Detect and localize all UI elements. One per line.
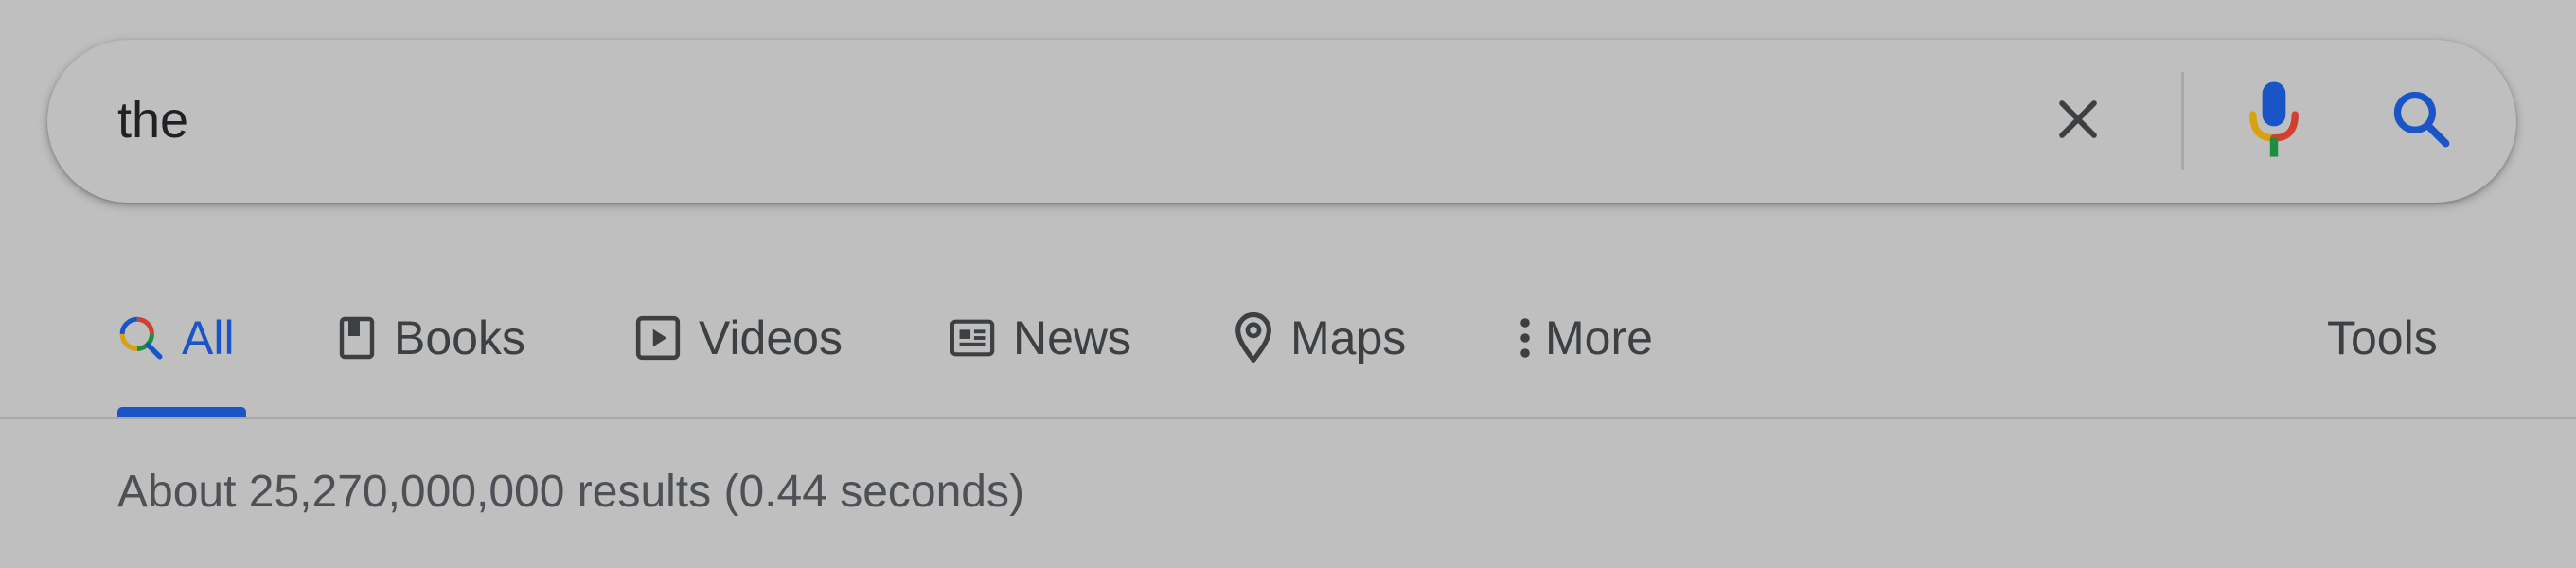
search-bar-divider [2181,72,2184,170]
tab-more[interactable]: More [1519,305,1653,371]
search-icon [2389,87,2454,156]
newspaper-icon [949,317,996,359]
tab-maps[interactable]: Maps [1234,305,1406,371]
book-icon [337,315,377,361]
map-pin-icon [1234,311,1273,364]
tab-label: More [1545,311,1653,364]
tab-label: Books [394,311,525,364]
tab-label: Videos [699,311,843,364]
voice-search-button[interactable] [2240,78,2308,165]
close-icon [2051,92,2105,151]
active-tab-indicator [117,407,246,417]
tools-label: Tools [2327,311,2438,364]
result-stats: About 25,270,000,000 results (0.44 secon… [117,467,1024,517]
microphone-icon [2246,80,2302,164]
clear-search-button[interactable] [2040,83,2116,159]
tab-videos[interactable]: Videos [634,305,843,371]
play-icon [634,314,682,362]
google-search-icon [117,314,165,362]
tab-label: News [1013,311,1132,364]
tab-all[interactable]: All [117,305,235,371]
tools-button[interactable]: Tools [2327,305,2438,371]
tab-books[interactable]: Books [337,305,525,371]
tab-label: All [182,311,235,364]
tabs-divider [0,417,2576,419]
search-bar [47,40,2516,203]
tab-news[interactable]: News [949,305,1131,371]
search-input[interactable] [117,78,1916,163]
more-vert-icon [1519,315,1532,361]
search-button[interactable] [2382,81,2461,161]
tab-label: Maps [1290,311,1407,364]
